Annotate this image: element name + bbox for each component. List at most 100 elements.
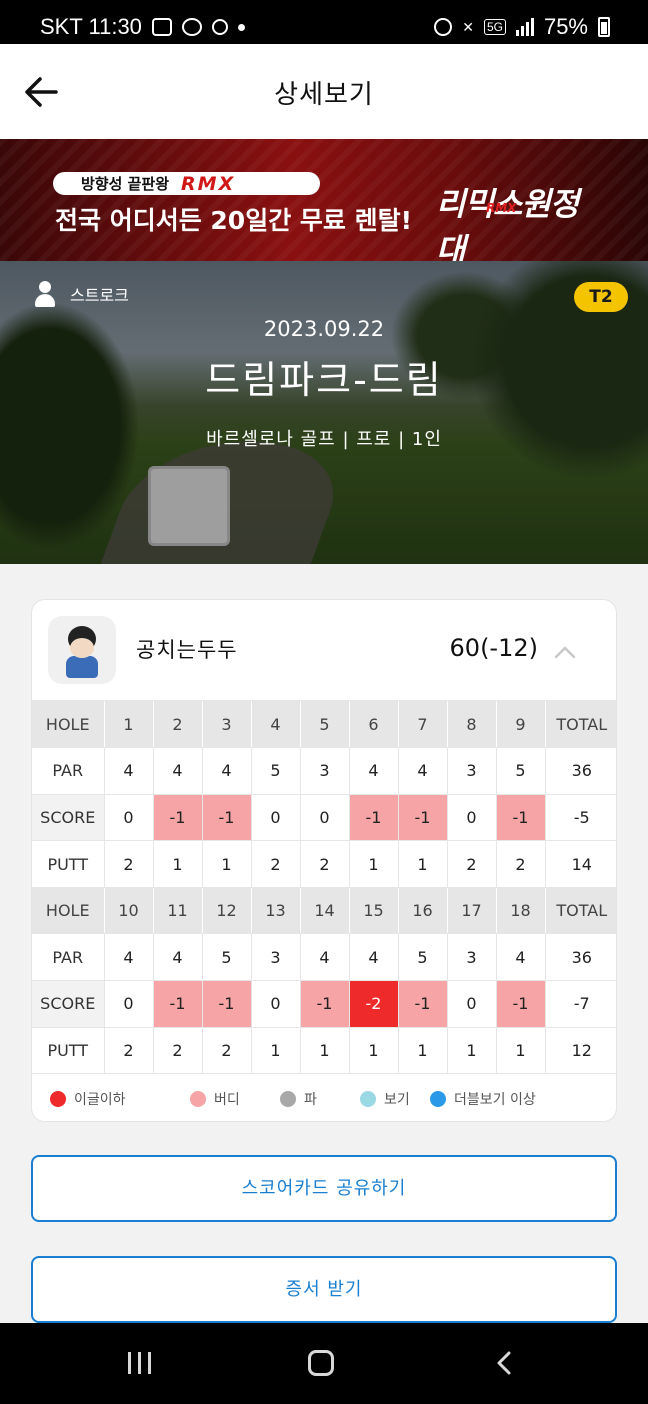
game-mode: 스트로크: [34, 281, 129, 307]
putt-total-cell: 12: [545, 1027, 616, 1075]
score-cell: -1: [496, 794, 546, 842]
recent-apps-icon[interactable]: [128, 1352, 152, 1374]
putt-cell: 2: [496, 840, 546, 888]
score-cell: -1: [153, 980, 203, 1028]
legend-label: 보기: [384, 1092, 410, 1108]
score-cell: 0: [251, 980, 301, 1028]
round-meta: 바르셀로나 골프 | 프로 | 1인: [206, 429, 442, 450]
banner-pill: 방향성 끝판왕 RMX: [53, 172, 320, 195]
par-cell: 4: [496, 933, 546, 982]
home-icon[interactable]: [308, 1350, 334, 1376]
banner-headline: 전국 어디서든 20일간 무료 렌탈!: [55, 206, 413, 235]
ad-banner[interactable]: 방향성 끝판왕 RMX 전국 어디서든 20일간 무료 렌탈! 리믹스원정대 R…: [0, 139, 648, 261]
score-legend: 이글이하 버디 파 보기 더블보기 이상: [32, 1076, 616, 1121]
par-cell: 4: [153, 933, 203, 982]
scorecard-par-row: PAR 4 4 4 5 3 4 4 3 5 36: [32, 747, 616, 795]
battery-icon: [598, 17, 610, 37]
scorecard-hole-row: HOLE 1 2 3 4 5 6 7 8 9 TOTAL: [32, 701, 616, 749]
player-total-score: 60(-12): [449, 634, 538, 662]
putt-cell: 2: [153, 1027, 203, 1075]
par-cell: 5: [496, 747, 546, 795]
hole-cell: 4: [251, 701, 301, 749]
par-cell: 4: [104, 747, 154, 795]
hole-cell: 10: [104, 887, 154, 935]
legend-item: 파: [280, 1089, 360, 1109]
putt-cell: 2: [447, 840, 497, 888]
banner-logo: 리믹스원정대 RMX: [430, 179, 600, 261]
score-total-cell: -7: [545, 980, 616, 1028]
putt-cell: 1: [496, 1027, 546, 1075]
scorecard-score-row: SCORE 0 -1 -1 0 0 -1 -1 0 -1 -5: [32, 794, 616, 842]
par-cell: 4: [398, 747, 448, 795]
score-cell: 0: [104, 980, 154, 1028]
score-cell: -1: [398, 794, 448, 842]
avatar: [48, 616, 116, 684]
par-total-cell: 36: [545, 747, 616, 795]
scorecard-putt-row: PUTT 2 2 2 1 1 1 1 1 1 12: [32, 1027, 616, 1075]
hole-cell: 13: [251, 887, 301, 935]
legend-dot-icon: [190, 1091, 206, 1107]
putt-cell: 1: [251, 1027, 301, 1075]
hole-cell: 9: [496, 701, 546, 749]
row-label: SCORE: [32, 794, 105, 842]
scorecard-table: HOLE 1 2 3 4 5 6 7 8 9 TOTAL PAR 4 4 4 5 3 4 4 3 5 36 SCORE 0 -1…: [32, 701, 616, 1075]
putt-cell: 1: [398, 1027, 448, 1075]
signal-icon: [515, 18, 534, 36]
status-bar: SKT 11:30 ✕ 5G 75%: [0, 0, 648, 44]
hole-total-cell: TOTAL: [545, 701, 616, 749]
player-name: 공치는두두: [136, 638, 238, 662]
score-cell: -1: [300, 980, 350, 1028]
hole-cell: 2: [153, 701, 203, 749]
banner-tag: 방향성 끝판왕: [81, 175, 170, 193]
par-cell: 3: [251, 933, 301, 982]
notification-icon: [151, 18, 172, 36]
par-cell: 4: [153, 747, 203, 795]
legend-item: 버디: [190, 1089, 280, 1109]
row-label: PAR: [32, 933, 105, 982]
hole-cell: 15: [349, 887, 399, 935]
par-cell: 3: [447, 747, 497, 795]
page-title: 상세보기: [274, 80, 374, 110]
par-cell: 4: [202, 747, 252, 795]
person-icon: [34, 281, 56, 307]
putt-cell: 1: [153, 840, 203, 888]
share-scorecard-button[interactable]: 스코어카드 공유하기: [31, 1155, 617, 1222]
score-cell: 0: [300, 794, 350, 842]
par-cell: 3: [300, 747, 350, 795]
score-cell: -1: [202, 794, 252, 842]
legend-item: 보기: [360, 1089, 430, 1109]
chevron-up-icon[interactable]: [554, 642, 576, 664]
hole-cell: 7: [398, 701, 448, 749]
score-cell: 0: [447, 980, 497, 1028]
status-time: SKT 11:30: [40, 14, 142, 39]
game-mode-label: 스트로크: [70, 286, 129, 305]
score-cell: -2: [349, 980, 399, 1028]
hole-cell: 8: [447, 701, 497, 749]
putt-cell: 2: [104, 1027, 154, 1075]
par-cell: 4: [300, 933, 350, 982]
scorecard-card: 공치는두두 60(-12) HOLE 1 2 3 4 5 6 7 8 9 TOTAL PAR 4 4 4 5 3…: [31, 599, 617, 1122]
row-label: SCORE: [32, 980, 105, 1028]
par-cell: 4: [104, 933, 154, 982]
mute-icon: ✕: [462, 18, 474, 35]
putt-cell: 2: [251, 840, 301, 888]
row-label: PAR: [32, 747, 105, 795]
hole-cell: 17: [447, 887, 497, 935]
hole-cell: 6: [349, 701, 399, 749]
putt-cell: 1: [447, 1027, 497, 1075]
legend-item: 더블보기 이상: [430, 1089, 610, 1109]
legend-dot-icon: [360, 1091, 376, 1107]
player-row[interactable]: 공치는두두 60(-12): [32, 600, 616, 701]
legend-dot-icon: [280, 1091, 296, 1107]
app-notification-icon: [181, 18, 202, 36]
row-label: HOLE: [32, 887, 105, 935]
par-cell: 5: [398, 933, 448, 982]
legend-label: 더블보기 이상: [454, 1092, 536, 1108]
score-cell: -1: [153, 794, 203, 842]
putt-total-cell: 14: [545, 840, 616, 888]
certificate-button[interactable]: 증서 받기: [31, 1256, 617, 1323]
legend-dot-icon: [50, 1091, 66, 1107]
scorecard-hole-row: HOLE 10 11 12 13 14 15 16 17 18 TOTAL: [32, 887, 616, 935]
score-cell: -1: [349, 794, 399, 842]
system-back-icon[interactable]: [494, 1351, 516, 1375]
